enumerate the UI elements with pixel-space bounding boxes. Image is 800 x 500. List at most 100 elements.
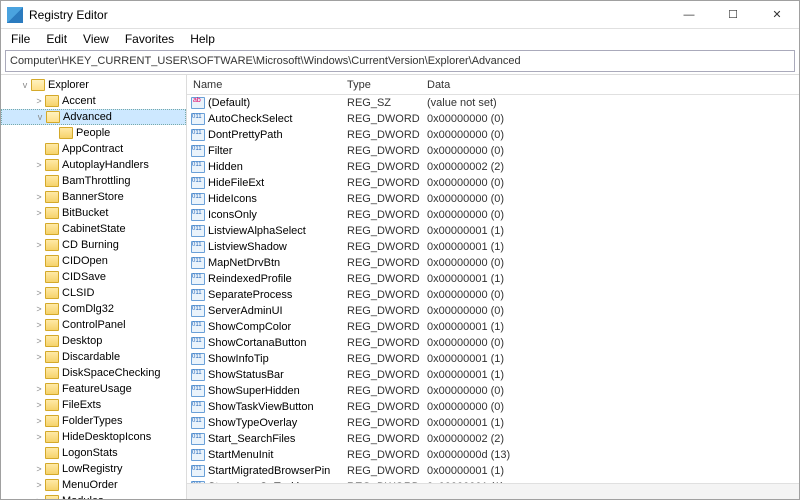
minimize-button[interactable]: —	[667, 1, 711, 29]
expand-icon[interactable]: >	[33, 464, 45, 474]
expand-icon[interactable]: >	[33, 416, 45, 426]
value-list-body[interactable]: (Default)REG_SZ(value not set)AutoCheckS…	[187, 95, 799, 483]
value-row[interactable]: StartMenuInitREG_DWORD0x0000000d (13)	[187, 447, 799, 463]
value-row[interactable]: ListviewShadowREG_DWORD0x00000001 (1)	[187, 239, 799, 255]
expand-icon[interactable]: >	[33, 432, 45, 442]
expand-icon[interactable]: >	[33, 320, 45, 330]
expand-icon[interactable]: >	[33, 192, 45, 202]
value-row[interactable]: ShowInfoTipREG_DWORD0x00000001 (1)	[187, 351, 799, 367]
tree-item[interactable]: >Accent	[1, 93, 186, 109]
expand-icon[interactable]: >	[33, 208, 45, 218]
expand-icon[interactable]: >	[33, 480, 45, 490]
value-row[interactable]: DontPrettyPathREG_DWORD0x00000000 (0)	[187, 127, 799, 143]
menu-edit[interactable]: Edit	[38, 31, 75, 47]
tree-item[interactable]: >CD Burning	[1, 237, 186, 253]
value-row[interactable]: SeparateProcessREG_DWORD0x00000000 (0)	[187, 287, 799, 303]
key-tree[interactable]: v Explorer >AccentvAdvancedPeopleAppCont…	[1, 75, 187, 499]
tree-item[interactable]: >LowRegistry	[1, 461, 186, 477]
value-row[interactable]: ShowCompColorREG_DWORD0x00000001 (1)	[187, 319, 799, 335]
value-row[interactable]: HideIconsREG_DWORD0x00000000 (0)	[187, 191, 799, 207]
dword-value-icon	[191, 353, 205, 365]
value-row[interactable]: ReindexedProfileREG_DWORD0x00000001 (1)	[187, 271, 799, 287]
tree-item[interactable]: >MenuOrder	[1, 477, 186, 493]
menu-favorites[interactable]: Favorites	[117, 31, 182, 47]
tree-item[interactable]: >BannerStore	[1, 189, 186, 205]
menu-view[interactable]: View	[75, 31, 117, 47]
tree-item[interactable]: CabinetState	[1, 221, 186, 237]
value-row[interactable]: StartMigratedBrowserPinREG_DWORD0x000000…	[187, 463, 799, 479]
expand-icon[interactable]: >	[33, 288, 45, 298]
value-name: ShowCompColor	[208, 321, 291, 333]
folder-icon	[45, 287, 59, 299]
value-row[interactable]: ShowTypeOverlayREG_DWORD0x00000001 (1)	[187, 415, 799, 431]
expand-icon[interactable]: >	[33, 352, 45, 362]
value-row[interactable]: HideFileExtREG_DWORD0x00000000 (0)	[187, 175, 799, 191]
tree-item[interactable]: >AutoplayHandlers	[1, 157, 186, 173]
tree-item[interactable]: > Desktop	[1, 333, 186, 349]
close-button[interactable]: ✕	[755, 1, 799, 29]
value-name: ShowStatusBar	[208, 369, 284, 381]
value-row[interactable]: ShowSuperHiddenREG_DWORD0x00000000 (0)	[187, 383, 799, 399]
tree-item-label: Desktop	[62, 335, 102, 347]
expand-icon[interactable]: >	[33, 336, 45, 346]
tree-item[interactable]: CIDSave	[1, 269, 186, 285]
tree-item[interactable]: >ComDlg32	[1, 301, 186, 317]
tree-item[interactable]: vAdvanced	[1, 109, 186, 125]
value-row[interactable]: FilterREG_DWORD0x00000000 (0)	[187, 143, 799, 159]
expand-icon[interactable]: >	[33, 400, 45, 410]
expand-icon[interactable]: >	[33, 304, 45, 314]
value-name: Start_SearchFiles	[208, 433, 295, 445]
value-row[interactable]: (Default)REG_SZ(value not set)	[187, 95, 799, 111]
tree-item[interactable]: AppContract	[1, 141, 186, 157]
expand-icon[interactable]: v	[19, 80, 31, 90]
value-row[interactable]: IconsOnlyREG_DWORD0x00000000 (0)	[187, 207, 799, 223]
tree-item[interactable]: >HideDesktopIcons	[1, 429, 186, 445]
expand-icon[interactable]: v	[34, 112, 46, 122]
column-headers[interactable]: Name Type Data	[187, 75, 799, 95]
tree-item[interactable]: >ControlPanel	[1, 317, 186, 333]
expand-icon[interactable]: >	[33, 96, 45, 106]
expand-icon[interactable]: >	[33, 160, 45, 170]
tree-item[interactable]: DiskSpaceChecking	[1, 365, 186, 381]
menu-help[interactable]: Help	[182, 31, 223, 47]
value-name: ServerAdminUI	[208, 305, 283, 317]
value-row[interactable]: ShowTaskViewButtonREG_DWORD0x00000000 (0…	[187, 399, 799, 415]
expand-icon[interactable]: >	[33, 384, 45, 394]
value-row[interactable]: Start_SearchFilesREG_DWORD0x00000002 (2)	[187, 431, 799, 447]
tree-item[interactable]: People	[1, 125, 186, 141]
tree-item[interactable]: LogonStats	[1, 445, 186, 461]
tree-item[interactable]: BamThrottling	[1, 173, 186, 189]
string-value-icon	[191, 97, 205, 109]
address-bar[interactable]: Computer\HKEY_CURRENT_USER\SOFTWARE\Micr…	[5, 50, 795, 72]
col-data[interactable]: Data	[427, 79, 799, 91]
folder-icon	[46, 111, 60, 123]
col-name[interactable]: Name	[187, 79, 347, 91]
tree-item[interactable]: >FileExts	[1, 397, 186, 413]
folder-icon	[45, 207, 59, 219]
value-row[interactable]: ShowStatusBarREG_DWORD0x00000001 (1)	[187, 367, 799, 383]
value-row[interactable]: StoreAppsOnTaskbarREG_DWORD0x00000001 (1…	[187, 479, 799, 483]
value-row[interactable]: ShowCortanaButtonREG_DWORD0x00000000 (0)	[187, 335, 799, 351]
value-name: StartMigratedBrowserPin	[208, 465, 330, 477]
expand-icon[interactable]: >	[33, 496, 45, 499]
tree-item[interactable]: >BitBucket	[1, 205, 186, 221]
value-row[interactable]: MapNetDrvBtnREG_DWORD0x00000000 (0)	[187, 255, 799, 271]
expand-icon[interactable]: >	[33, 240, 45, 250]
tree-item[interactable]: > FeatureUsage	[1, 381, 186, 397]
folder-icon	[45, 415, 59, 427]
tree-item[interactable]: >Modules	[1, 493, 186, 499]
value-row[interactable]: AutoCheckSelectREG_DWORD0x00000000 (0)	[187, 111, 799, 127]
horizontal-scrollbar[interactable]	[187, 483, 799, 499]
tree-item[interactable]: >FolderTypes	[1, 413, 186, 429]
value-row[interactable]: ListviewAlphaSelectREG_DWORD0x00000001 (…	[187, 223, 799, 239]
maximize-button[interactable]: ☐	[711, 1, 755, 29]
tree-item[interactable]: >Discardable	[1, 349, 186, 365]
col-type[interactable]: Type	[347, 79, 427, 91]
value-row[interactable]: HiddenREG_DWORD0x00000002 (2)	[187, 159, 799, 175]
menu-file[interactable]: File	[3, 31, 38, 47]
value-row[interactable]: ServerAdminUIREG_DWORD0x00000000 (0)	[187, 303, 799, 319]
tree-root-explorer[interactable]: v Explorer	[1, 77, 186, 93]
tree-item-label: FeatureUsage	[62, 383, 132, 395]
tree-item[interactable]: CIDOpen	[1, 253, 186, 269]
tree-item[interactable]: >CLSID	[1, 285, 186, 301]
